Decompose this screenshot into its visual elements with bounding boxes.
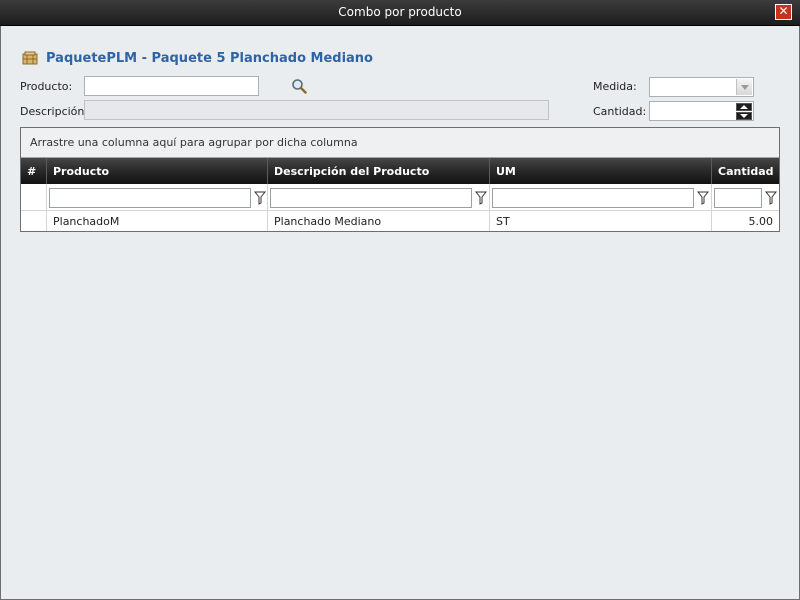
filter-um-input[interactable] bbox=[492, 188, 694, 208]
cell-descripcion: Planchado Mediano bbox=[268, 211, 490, 231]
column-header-num[interactable]: # bbox=[21, 158, 47, 184]
column-header-descripcion[interactable]: Descripción del Producto bbox=[268, 158, 490, 184]
column-header-cantidad[interactable]: Cantidad bbox=[712, 158, 779, 184]
cell-cantidad: 5.00 bbox=[748, 215, 774, 228]
search-icon[interactable] bbox=[291, 78, 307, 94]
filter-cell-num bbox=[21, 184, 47, 210]
descripcion-label: Descripción: bbox=[20, 105, 89, 118]
package-icon bbox=[22, 51, 38, 65]
column-header-producto[interactable]: Producto bbox=[47, 158, 268, 184]
filter-row bbox=[21, 184, 779, 211]
filter-cell-cantidad bbox=[712, 184, 779, 210]
filter-descripcion-input[interactable] bbox=[270, 188, 472, 208]
descripcion-input bbox=[85, 101, 548, 119]
spin-up-icon[interactable] bbox=[736, 103, 752, 111]
producto-label: Producto: bbox=[20, 80, 73, 93]
descripcion-field bbox=[84, 100, 549, 120]
filter-cell-producto bbox=[47, 184, 268, 210]
page-title-text: PaquetePLM - Paquete 5 Planchado Mediano bbox=[46, 50, 373, 66]
column-header-um[interactable]: UM bbox=[490, 158, 712, 184]
cell-um: ST bbox=[490, 211, 712, 231]
producto-field[interactable] bbox=[84, 76, 259, 96]
filter-icon[interactable] bbox=[697, 191, 709, 205]
cantidad-stepper[interactable] bbox=[649, 101, 754, 121]
products-grid: Arrastre una columna aquí para agrupar p… bbox=[20, 127, 780, 232]
page-title: PaquetePLM - Paquete 5 Planchado Mediano bbox=[22, 50, 373, 66]
table-row[interactable]: PlanchadoM Planchado Mediano ST 5.00 bbox=[21, 211, 779, 231]
window-title: Combo por producto bbox=[338, 5, 462, 19]
filter-cell-descripcion bbox=[268, 184, 490, 210]
cell-num bbox=[21, 211, 47, 231]
cantidad-label: Cantidad: bbox=[593, 105, 647, 118]
filter-icon[interactable] bbox=[765, 191, 777, 205]
window-titlebar: Combo por producto ✕ bbox=[0, 0, 800, 26]
medida-label: Medida: bbox=[593, 80, 637, 93]
producto-input[interactable] bbox=[85, 77, 258, 95]
group-panel[interactable]: Arrastre una columna aquí para agrupar p… bbox=[21, 128, 779, 158]
filter-cell-um bbox=[490, 184, 712, 210]
filter-icon[interactable] bbox=[254, 191, 266, 205]
medida-select[interactable] bbox=[649, 77, 754, 97]
cell-producto: PlanchadoM bbox=[47, 211, 268, 231]
spin-down-icon[interactable] bbox=[736, 112, 752, 120]
chevron-down-icon[interactable] bbox=[736, 79, 752, 95]
filter-producto-input[interactable] bbox=[49, 188, 251, 208]
grid-header: # Producto Descripción del Producto UM C… bbox=[21, 158, 779, 184]
filter-cantidad-input[interactable] bbox=[714, 188, 762, 208]
filter-icon[interactable] bbox=[475, 191, 487, 205]
close-button[interactable]: ✕ bbox=[775, 4, 792, 20]
